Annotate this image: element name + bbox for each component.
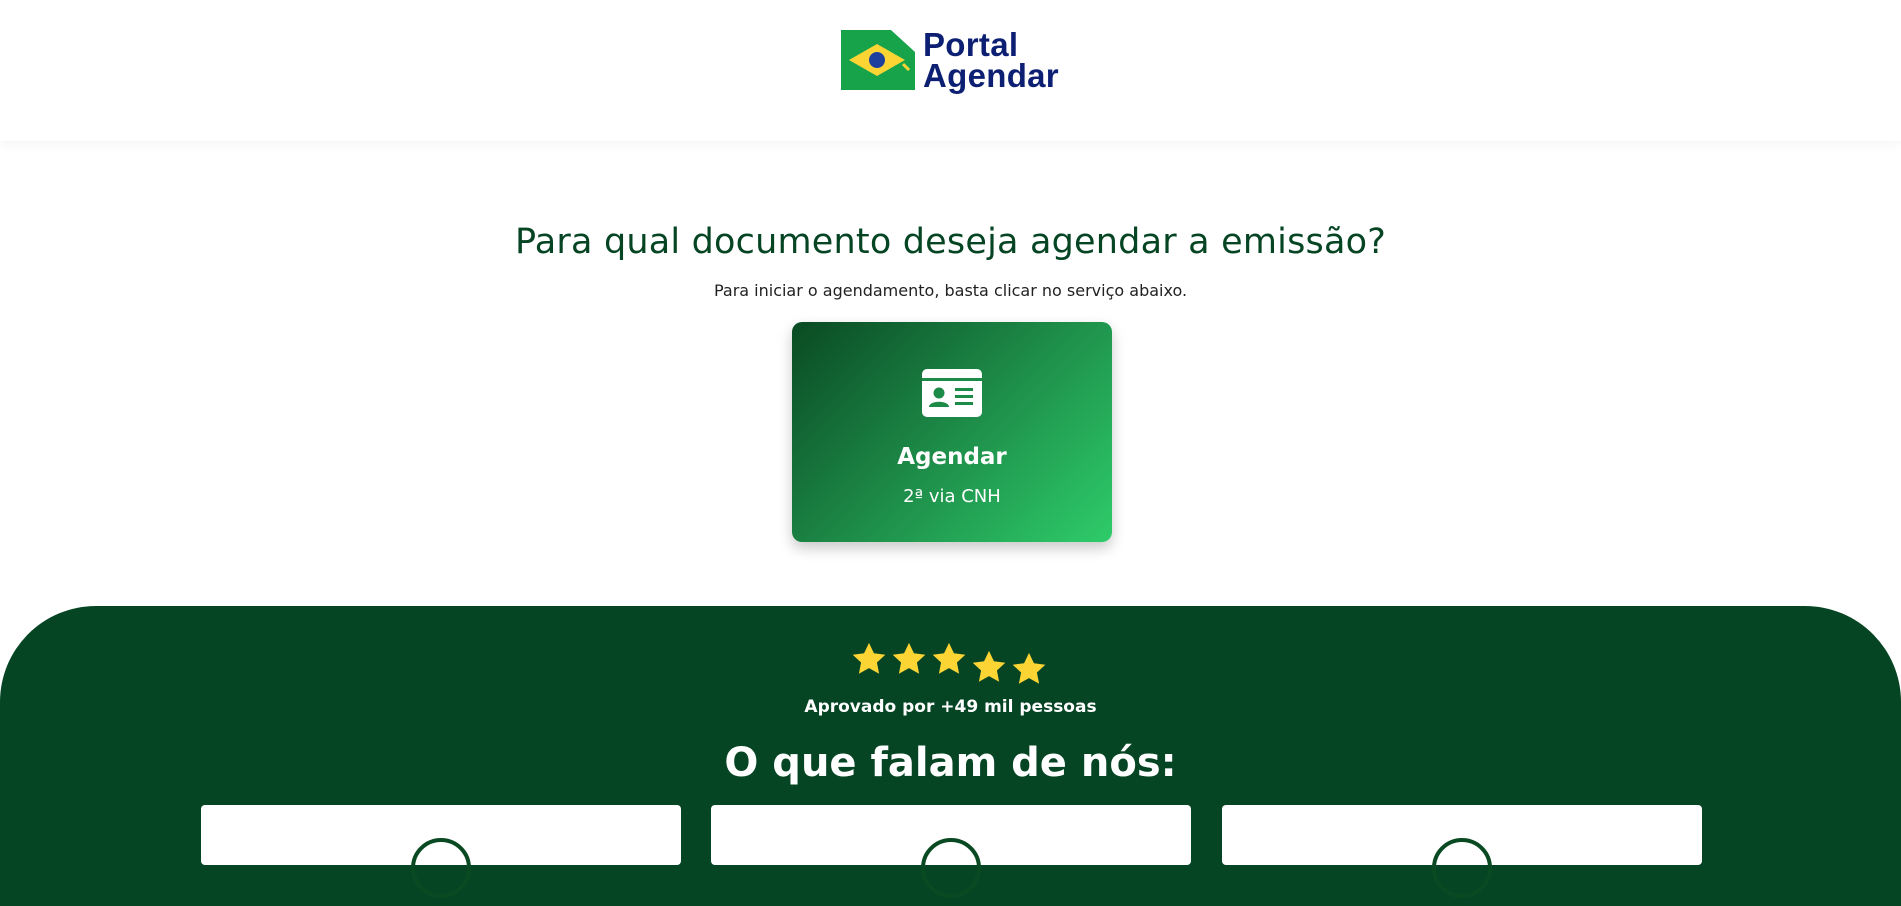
page-title: Para qual documento deseja agendar a emi…	[515, 222, 1386, 262]
schedule-cnh-card[interactable]: Agendar 2ª via CNH	[792, 322, 1112, 542]
site-header: Portal Agendar	[0, 0, 1901, 141]
brazil-flag-icon	[841, 30, 915, 90]
review-card	[711, 805, 1191, 898]
logo-text: Portal Agendar	[923, 26, 1059, 94]
star-icon	[852, 642, 886, 674]
card-subtitle: 2ª via CNH	[903, 486, 1001, 507]
avatar	[411, 838, 471, 898]
page-subtitle: Para iniciar o agendamento, basta clicar…	[713, 281, 1188, 300]
card-title: Agendar	[897, 444, 1007, 470]
logo-line-1: Portal	[923, 26, 1019, 63]
portal-agendar-logo[interactable]: Portal Agendar	[841, 28, 1059, 92]
review-card	[201, 805, 681, 898]
star-icon	[932, 642, 966, 674]
star-icon	[1012, 652, 1046, 684]
rating-stars	[850, 640, 1050, 690]
approved-count-text: Aprovado por +49 mil pessoas	[804, 697, 1097, 717]
review-card	[1222, 805, 1702, 898]
avatar	[1432, 838, 1492, 898]
star-icon	[972, 650, 1006, 682]
logo-line-2: Agendar	[923, 57, 1059, 94]
star-icon	[892, 642, 926, 674]
id-card-icon	[922, 369, 982, 417]
testimonials-title: O que falam de nós:	[724, 740, 1177, 786]
avatar	[921, 838, 981, 898]
